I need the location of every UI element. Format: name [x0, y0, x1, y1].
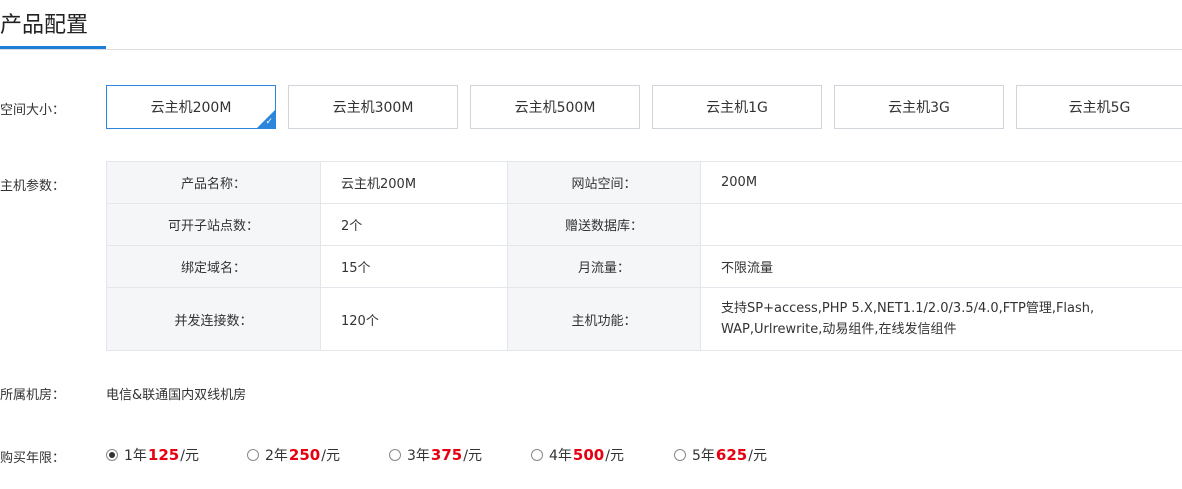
year-price: 250 — [288, 446, 321, 464]
param-value: 云主机200M — [320, 161, 508, 204]
host-features-line1: 支持SP+access,PHP 5.X,NET1.1/2.0/3.5/4.0,F… — [721, 301, 1095, 316]
host-params-label: 主机参数： — [0, 179, 66, 194]
size-option-label: 云主机5G — [1068, 100, 1131, 116]
year-option-4[interactable]: 4年 500 /元 — [531, 445, 624, 465]
year-text: 4年 — [549, 448, 572, 464]
year-price: 125 — [147, 446, 180, 464]
size-option-200m[interactable]: 云主机200M ✓ — [106, 85, 276, 129]
radio-checked-icon[interactable] — [106, 449, 118, 461]
radio-icon[interactable] — [531, 449, 543, 461]
param-value — [700, 203, 1182, 246]
host-features-line2: WAP,Urlrewrite,动易组件,在线发信组件 — [721, 322, 957, 337]
page-header: 产品配置 — [0, 0, 1182, 50]
param-value-multiline: 支持SP+access,PHP 5.X,NET1.1/2.0/3.5/4.0,F… — [700, 287, 1182, 351]
table-row: 绑定域名： 15个 月流量： 不限流量 — [106, 245, 1182, 288]
param-key: 网站空间： — [507, 161, 701, 204]
size-option-label: 云主机3G — [888, 100, 950, 116]
param-key: 赠送数据库： — [507, 203, 701, 246]
radio-icon[interactable] — [247, 449, 259, 461]
param-value: 15个 — [320, 245, 508, 288]
years-label: 购买年限： — [0, 451, 66, 466]
table-row: 并发连接数： 120个 主机功能： 支持SP+access,PHP 5.X,NE… — [106, 287, 1182, 351]
page-title: 产品配置 — [0, 13, 89, 38]
param-value: 120个 — [320, 287, 508, 351]
year-option-1[interactable]: 1年 125 /元 — [106, 445, 199, 465]
param-value: 2个 — [320, 203, 508, 246]
size-option-5g[interactable]: 云主机5G — [1016, 85, 1182, 129]
price-unit: /元 — [748, 448, 767, 464]
param-value: 不限流量 — [700, 245, 1182, 288]
year-text: 5年 — [692, 448, 715, 464]
param-key: 绑定域名： — [106, 245, 321, 288]
year-option-3[interactable]: 3年 375 /元 — [389, 445, 482, 465]
room-label: 所属机房： — [0, 388, 66, 403]
price-unit: /元 — [605, 448, 624, 464]
price-unit: /元 — [321, 448, 340, 464]
year-option-5[interactable]: 5年 625 /元 — [674, 445, 767, 465]
param-key: 月流量： — [507, 245, 701, 288]
size-option-label: 云主机500M — [514, 100, 596, 116]
param-key: 可开子站点数： — [106, 203, 321, 246]
param-key: 主机功能： — [507, 287, 701, 351]
check-icon: ✓ — [265, 117, 273, 127]
space-size-label: 空间大小： — [0, 103, 66, 118]
param-value: 200M — [700, 161, 1182, 204]
title-underline — [0, 46, 106, 49]
size-option-3g[interactable]: 云主机3G — [834, 85, 1004, 129]
price-unit: /元 — [180, 448, 199, 464]
year-option-2[interactable]: 2年 250 /元 — [247, 445, 340, 465]
year-price: 625 — [715, 446, 748, 464]
year-price: 375 — [430, 446, 463, 464]
year-price: 500 — [572, 446, 605, 464]
table-row: 产品名称： 云主机200M 网站空间： 200M — [106, 161, 1182, 204]
param-key: 并发连接数： — [106, 287, 321, 351]
radio-icon[interactable] — [674, 449, 686, 461]
year-text: 3年 — [407, 448, 430, 464]
size-option-label: 云主机200M — [150, 100, 232, 116]
host-params-table: 产品名称： 云主机200M 网站空间： 200M 可开子站点数： 2个 赠送数据… — [106, 161, 1182, 351]
year-text: 2年 — [265, 448, 288, 464]
size-option-label: 云主机1G — [706, 100, 768, 116]
size-option-300m[interactable]: 云主机300M — [288, 85, 458, 129]
table-row: 可开子站点数： 2个 赠送数据库： — [106, 203, 1182, 246]
radio-icon[interactable] — [389, 449, 401, 461]
year-text: 1年 — [124, 448, 147, 464]
size-option-1g[interactable]: 云主机1G — [652, 85, 822, 129]
param-key: 产品名称： — [106, 161, 321, 204]
room-value: 电信&联通国内双线机房 — [106, 388, 247, 403]
price-unit: /元 — [463, 448, 482, 464]
size-option-label: 云主机300M — [332, 100, 414, 116]
size-option-500m[interactable]: 云主机500M — [470, 85, 640, 129]
